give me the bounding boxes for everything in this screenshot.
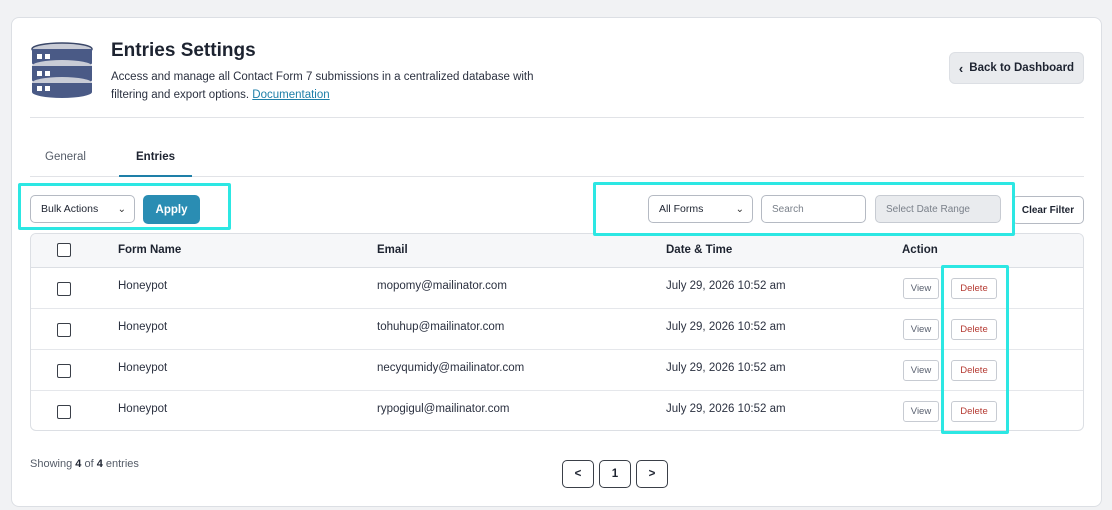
table-row: Honeypot mopomy@mailinator.com July 29, … bbox=[31, 268, 1083, 309]
table-row: Honeypot tohuhup@mailinator.com July 29,… bbox=[31, 309, 1083, 350]
chevron-left-icon: ‹ bbox=[958, 60, 964, 76]
entries-table: Form Name Email Date & Time Action Honey… bbox=[30, 233, 1084, 431]
email-cell: mopomy@mailinator.com bbox=[377, 280, 507, 292]
view-button[interactable]: View bbox=[903, 360, 939, 381]
column-email: Email bbox=[377, 244, 408, 256]
shown-count: 4 bbox=[75, 458, 82, 470]
database-icon bbox=[31, 42, 93, 98]
delete-button[interactable]: Delete bbox=[951, 278, 997, 299]
bulk-actions-select[interactable]: Bulk Actions ⌄ bbox=[30, 195, 135, 223]
documentation-link[interactable]: Documentation bbox=[252, 89, 329, 101]
active-tab-indicator bbox=[119, 175, 192, 177]
apply-button[interactable]: Apply bbox=[143, 195, 200, 224]
column-action: Action bbox=[902, 244, 938, 256]
previous-page-button[interactable]: < bbox=[562, 460, 594, 488]
form-name-cell: Honeypot bbox=[118, 362, 168, 374]
row-checkbox[interactable] bbox=[57, 364, 71, 378]
email-cell: rypogigul@mailinator.com bbox=[377, 403, 510, 415]
column-date-time: Date & Time bbox=[666, 244, 733, 256]
chevron-down-icon: ⌄ bbox=[117, 203, 126, 215]
form-name-cell: Honeypot bbox=[118, 403, 168, 415]
next-page-button[interactable]: > bbox=[636, 460, 668, 488]
delete-button[interactable]: Delete bbox=[951, 360, 997, 381]
tab-general[interactable]: General bbox=[45, 151, 86, 163]
email-cell: necyqumidy@mailinator.com bbox=[377, 362, 525, 374]
clear-filter-button[interactable]: Clear Filter bbox=[1012, 196, 1084, 224]
page-description: Access and manage all Contact Form 7 sub… bbox=[111, 68, 541, 104]
page-1-button[interactable]: 1 bbox=[599, 460, 631, 488]
form-name-cell: Honeypot bbox=[118, 321, 168, 333]
entries-count: Showing 4 of 4 entries bbox=[30, 458, 139, 470]
table-header: Form Name Email Date & Time Action bbox=[31, 234, 1083, 268]
email-cell: tohuhup@mailinator.com bbox=[377, 321, 505, 333]
showing-prefix: Showing bbox=[30, 458, 73, 470]
of-word: of bbox=[84, 458, 94, 470]
view-button[interactable]: View bbox=[903, 401, 939, 422]
back-to-dashboard-label: Back to Dashboard bbox=[969, 62, 1075, 74]
date-cell: July 29, 2026 10:52 am bbox=[666, 362, 786, 374]
column-form-name: Form Name bbox=[118, 244, 182, 256]
date-cell: July 29, 2026 10:52 am bbox=[666, 403, 786, 415]
search-input[interactable]: Search bbox=[761, 195, 866, 223]
row-checkbox[interactable] bbox=[57, 282, 71, 296]
forms-filter-select[interactable]: All Forms ⌄ bbox=[648, 195, 753, 223]
tab-entries[interactable]: Entries bbox=[136, 151, 175, 163]
table-row: Honeypot necyqumidy@mailinator.com July … bbox=[31, 350, 1083, 391]
view-button[interactable]: View bbox=[903, 319, 939, 340]
header-divider bbox=[30, 117, 1084, 118]
form-name-cell: Honeypot bbox=[118, 280, 168, 292]
page-title: Entries Settings bbox=[111, 40, 256, 61]
row-checkbox[interactable] bbox=[57, 405, 71, 419]
delete-button[interactable]: Delete bbox=[951, 319, 997, 340]
delete-button[interactable]: Delete bbox=[951, 401, 997, 422]
view-button[interactable]: View bbox=[903, 278, 939, 299]
select-all-checkbox[interactable] bbox=[57, 243, 71, 257]
date-cell: July 29, 2026 10:52 am bbox=[666, 280, 786, 292]
bulk-actions-value: Bulk Actions bbox=[41, 203, 99, 215]
total-count: 4 bbox=[96, 458, 103, 470]
forms-filter-value: All Forms bbox=[659, 203, 704, 215]
entries-settings-card: Entries Settings Access and manage all C… bbox=[11, 17, 1102, 507]
entries-suffix: entries bbox=[105, 458, 139, 470]
back-to-dashboard-button[interactable]: ‹ Back to Dashboard bbox=[949, 52, 1084, 84]
date-range-input[interactable]: Select Date Range bbox=[875, 195, 1001, 223]
date-cell: July 29, 2026 10:52 am bbox=[666, 321, 786, 333]
table-row: Honeypot rypogigul@mailinator.com July 2… bbox=[31, 391, 1083, 430]
row-checkbox[interactable] bbox=[57, 323, 71, 337]
chevron-down-icon: ⌄ bbox=[735, 203, 744, 215]
